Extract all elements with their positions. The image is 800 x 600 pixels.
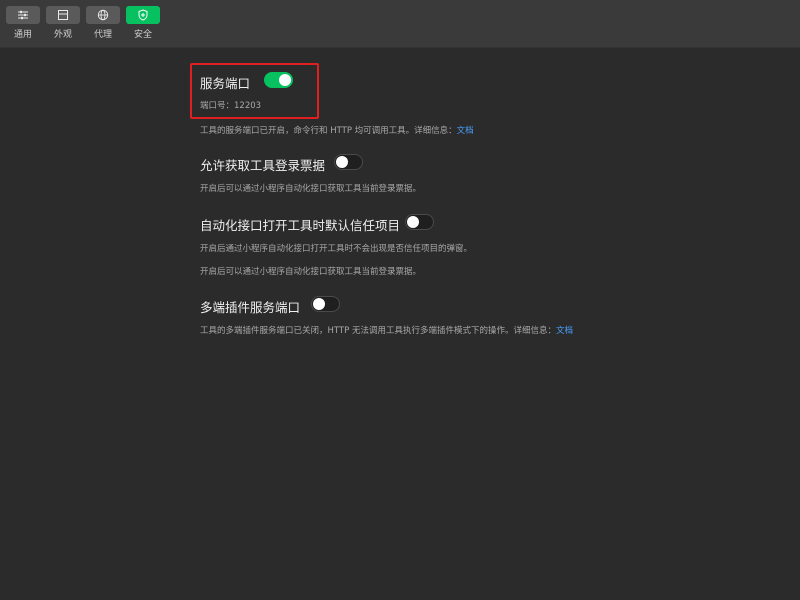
service-port-desc-text: 工具的服务端口已开启，命令行和 HTTP 均可调用工具。详细信息： bbox=[200, 126, 457, 136]
security-label: 安全 bbox=[133, 30, 152, 40]
toggle-knob bbox=[313, 298, 325, 310]
service-port-description: 工具的服务端口已开启，命令行和 HTTP 均可调用工具。详细信息：文档 bbox=[200, 124, 474, 136]
toggle-knob bbox=[336, 156, 348, 168]
multi-plugin-title: 多端插件服务端口 bbox=[200, 300, 301, 315]
shield-icon bbox=[138, 9, 148, 21]
globe-icon bbox=[97, 9, 109, 21]
appearance-button[interactable] bbox=[46, 6, 80, 24]
proxy-button[interactable] bbox=[86, 6, 120, 24]
window-icon bbox=[58, 10, 68, 20]
tab-appearance[interactable]: 外观 bbox=[46, 6, 80, 42]
auto-trust-title: 自动化接口打开工具时默认信任项目 bbox=[200, 218, 401, 233]
service-port-doc-link[interactable]: 文档 bbox=[457, 126, 474, 136]
toggle-knob bbox=[407, 216, 419, 228]
toggle-knob bbox=[279, 74, 291, 86]
login-ticket-title: 允许获取工具登录票据 bbox=[200, 158, 326, 173]
sliders-icon bbox=[18, 10, 28, 20]
auto-trust-description-1: 开启后通过小程序自动化接口打开工具时不会出现是否信任项目的弹窗。 bbox=[200, 244, 473, 254]
login-ticket-description: 开启后可以通过小程序自动化接口获取工具当前登录票据。 bbox=[200, 184, 422, 194]
tab-security[interactable]: 安全 bbox=[126, 6, 160, 42]
multi-plugin-toggle[interactable] bbox=[311, 296, 340, 312]
proxy-label: 代理 bbox=[93, 30, 112, 40]
multi-plugin-description: 工具的多端插件服务端口已关闭，HTTP 无法调用工具执行多端插件模式下的操作。详… bbox=[200, 324, 573, 336]
tab-proxy[interactable]: 代理 bbox=[86, 6, 120, 42]
general-label: 通用 bbox=[13, 30, 32, 40]
settings-toolbar: 通用 外观 代理 安全 bbox=[0, 0, 800, 48]
auto-trust-description-2: 开启后可以通过小程序自动化接口获取工具当前登录票据。 bbox=[200, 267, 422, 277]
tab-general[interactable]: 通用 bbox=[6, 6, 40, 42]
service-port-title: 服务端口 bbox=[200, 76, 251, 91]
auto-trust-toggle[interactable] bbox=[405, 214, 434, 230]
general-button[interactable] bbox=[6, 6, 40, 24]
login-ticket-toggle[interactable] bbox=[334, 154, 363, 170]
appearance-label: 外观 bbox=[53, 30, 72, 40]
port-number: 端口号：12203 bbox=[200, 101, 262, 111]
security-button[interactable] bbox=[126, 6, 160, 24]
service-port-toggle[interactable] bbox=[264, 72, 293, 88]
multi-plugin-doc-link[interactable]: 文档 bbox=[556, 326, 573, 336]
multi-plugin-desc-text: 工具的多端插件服务端口已关闭，HTTP 无法调用工具执行多端插件模式下的操作。详… bbox=[200, 326, 556, 336]
